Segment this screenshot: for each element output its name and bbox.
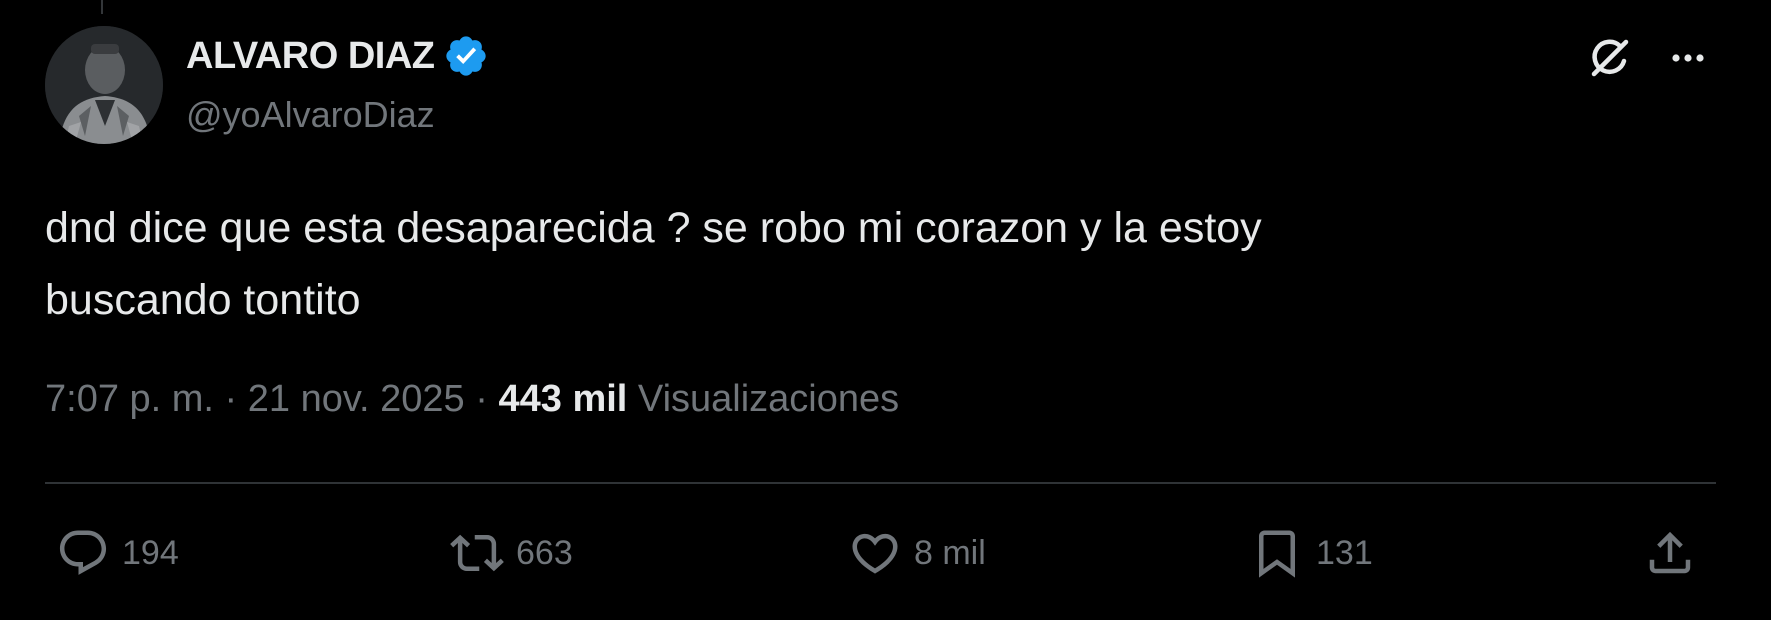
share-icon xyxy=(1643,526,1697,580)
tweet-metadata: 7:07 p. m. · 21 nov. 2025 · 443 mil Visu… xyxy=(45,378,899,421)
reply-count: 194 xyxy=(122,533,179,572)
repost-count: 663 xyxy=(516,533,573,572)
reply-icon xyxy=(56,526,110,580)
views-label[interactable]: Visualizaciones xyxy=(638,378,899,420)
bookmark-icon xyxy=(1250,526,1304,580)
divider xyxy=(45,482,1716,484)
grok-icon[interactable] xyxy=(1582,30,1638,86)
user-name-row: ALVARO DIAZ xyxy=(186,32,489,80)
meta-separator: · xyxy=(224,378,238,420)
repost-button[interactable]: 663 xyxy=(450,525,573,581)
tweet-time[interactable]: 7:07 p. m. xyxy=(45,378,214,420)
avatar[interactable] xyxy=(45,26,163,144)
meta-separator: · xyxy=(475,378,488,420)
tweet-text: dnd dice que esta desaparecida ? se robo… xyxy=(45,204,1262,324)
tweet-date[interactable]: 21 nov. 2025 xyxy=(248,378,465,420)
reply-button[interactable]: 194 xyxy=(56,525,179,581)
bookmark-button[interactable]: 131 xyxy=(1250,525,1373,581)
share-button[interactable] xyxy=(1643,525,1697,581)
author-display-name[interactable]: ALVARO DIAZ xyxy=(186,35,435,78)
tweet[interactable]: ALVARO DIAZ @yoAlvaroDiaz dnd dice que e… xyxy=(0,0,1771,620)
like-button[interactable]: 8 mil xyxy=(848,525,986,581)
heart-icon xyxy=(848,526,902,580)
verified-badge-icon[interactable] xyxy=(443,33,489,79)
views-count[interactable]: 443 mil xyxy=(498,378,627,420)
bookmark-count: 131 xyxy=(1316,533,1373,572)
author-handle[interactable]: @yoAlvaroDiaz xyxy=(186,94,435,136)
repost-icon xyxy=(450,526,504,580)
more-horizontal-icon[interactable] xyxy=(1660,30,1716,86)
like-count: 8 mil xyxy=(914,533,986,572)
